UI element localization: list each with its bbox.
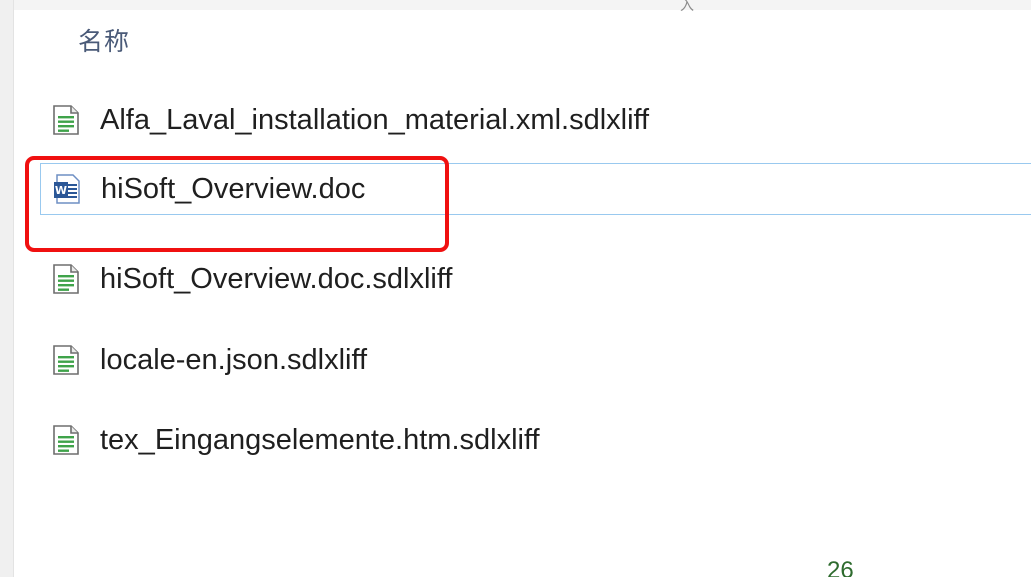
word-document-icon: W — [54, 174, 80, 204]
text-document-icon — [53, 264, 79, 294]
window-top-edge — [0, 0, 1031, 10]
clipped-top-text: 入 — [680, 0, 694, 13]
file-row-locale-en[interactable]: locale-en.json.sdlxliff — [40, 334, 1031, 386]
text-document-icon — [53, 425, 79, 455]
file-row-alfa-laval[interactable]: Alfa_Laval_installation_material.xml.sdl… — [40, 94, 1031, 146]
file-row-tex-eingangselemente[interactable]: tex_Eingangselemente.htm.sdlxliff — [40, 414, 1031, 466]
svg-text:W: W — [55, 184, 67, 197]
file-name: tex_Eingangselemente.htm.sdlxliff — [100, 423, 540, 456]
file-name: hiSoft_Overview.doc — [101, 172, 366, 205]
document-page: 入 名称 Alfa_Laval_installation_material.xm… — [0, 0, 1031, 577]
file-name: locale-en.json.sdlxliff — [100, 343, 368, 376]
navigation-pane-edge — [0, 0, 14, 577]
page-number: 26 — [827, 557, 854, 577]
text-document-icon — [53, 105, 79, 135]
name-column-header[interactable]: 名称 — [78, 22, 130, 58]
file-row-hisoft-overview-sdlxliff[interactable]: hiSoft_Overview.doc.sdlxliff — [40, 253, 1031, 305]
file-name: Alfa_Laval_installation_material.xml.sdl… — [100, 103, 650, 136]
file-row-hisoft-overview-doc[interactable]: W hiSoft_Overview.doc — [40, 163, 1031, 215]
text-document-icon — [53, 345, 79, 375]
file-name: hiSoft_Overview.doc.sdlxliff — [100, 262, 453, 295]
